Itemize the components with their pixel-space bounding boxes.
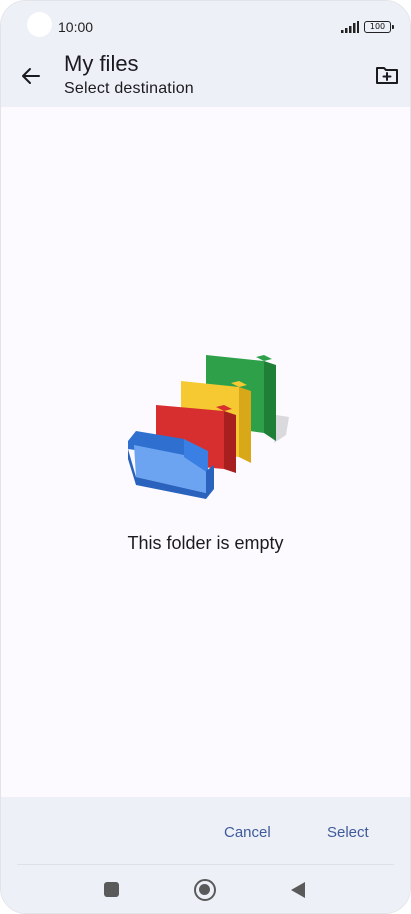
cancel-button[interactable]: Cancel (224, 824, 271, 841)
page-title: My files (64, 51, 139, 76)
status-bar: 10:00 100 (1, 1, 410, 51)
camera-cutout (27, 12, 52, 37)
folders-illustration (128, 355, 289, 499)
page-subtitle: Select destination (64, 80, 194, 97)
app-bar: My files Select destination (1, 51, 410, 107)
back-button[interactable] (15, 60, 47, 92)
signal-icon (341, 21, 359, 33)
new-folder-icon (376, 67, 398, 84)
new-folder-button[interactable] (371, 61, 403, 89)
home-circle-icon[interactable] (194, 879, 216, 901)
back-arrow-icon (22, 68, 40, 84)
select-button[interactable]: Select (327, 824, 369, 841)
file-list-area: This folder is empty (1, 107, 410, 797)
divider (17, 864, 394, 865)
phone-screen: 10:00 100 My files Select destination Th… (0, 0, 411, 914)
battery-icon: 100 (364, 21, 394, 33)
status-time: 10:00 (58, 19, 94, 35)
empty-folder-message: This folder is empty (127, 533, 284, 553)
recents-square-icon[interactable] (104, 882, 119, 897)
back-triangle-icon[interactable] (290, 881, 306, 899)
bottom-action-bar: Cancel Select (1, 797, 410, 913)
